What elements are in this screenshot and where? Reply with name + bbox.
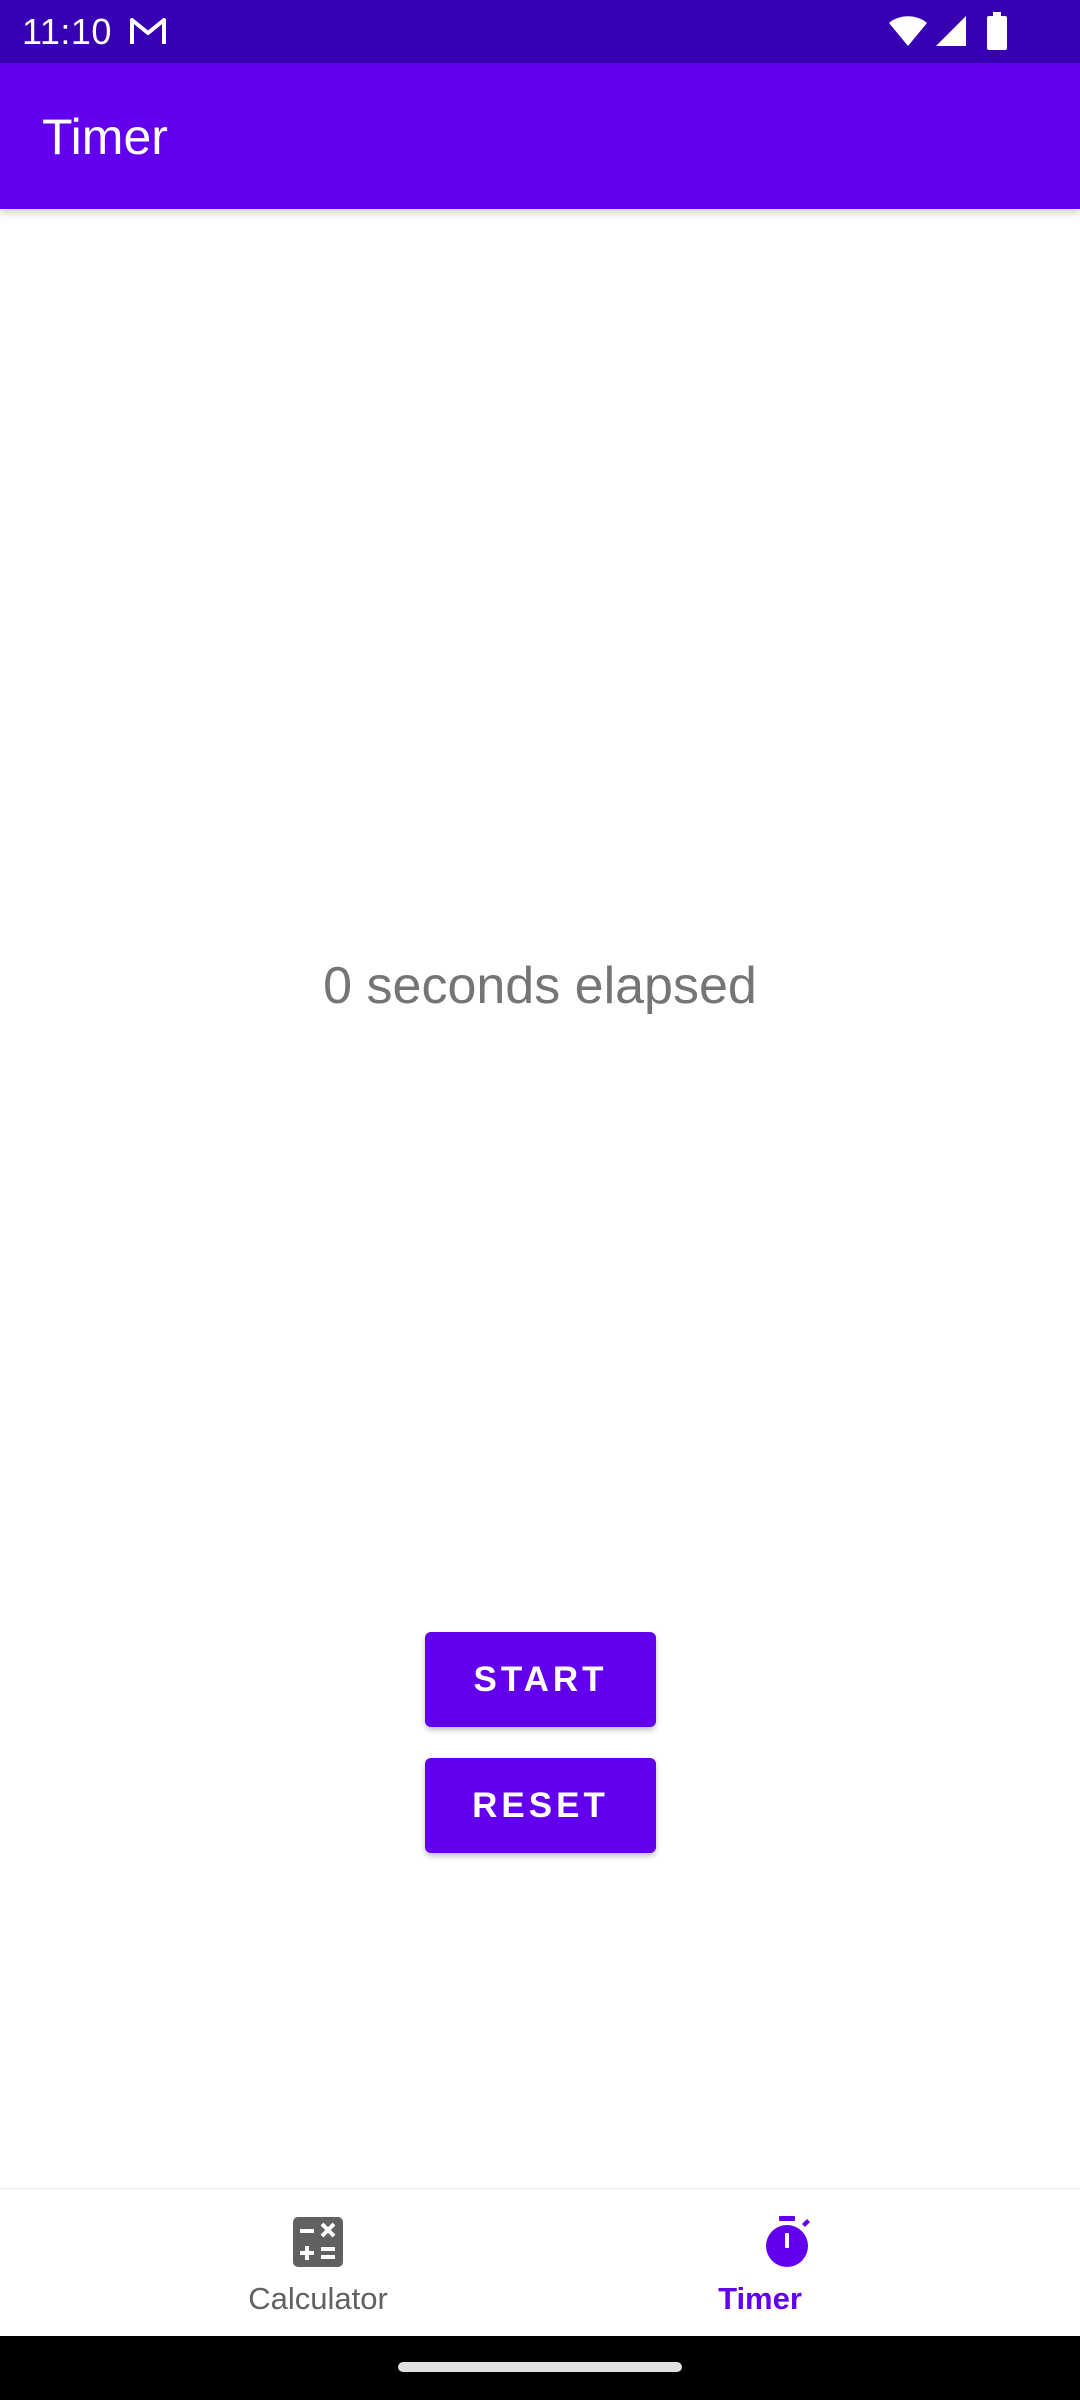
app-bar: Timer xyxy=(0,63,1080,209)
signal-icon xyxy=(936,16,966,46)
timer-screen: 11:10 Timer 0 seconds elapsed START RESE… xyxy=(0,0,1080,2400)
nav-item-timer[interactable]: Timer xyxy=(540,2189,1080,2337)
wifi-icon xyxy=(889,16,927,46)
calculator-icon xyxy=(293,2217,343,2267)
gesture-bar xyxy=(0,2336,1080,2400)
app-title: Timer xyxy=(42,109,168,165)
elapsed-time-text: 0 seconds elapsed xyxy=(323,957,757,1015)
gmail-icon xyxy=(130,18,166,44)
stopwatch-icon xyxy=(766,2216,810,2267)
reset-button[interactable]: RESET xyxy=(425,1758,656,1853)
nav-label-timer: Timer xyxy=(718,2281,802,2316)
start-button[interactable]: START xyxy=(425,1632,656,1727)
nav-item-calculator[interactable]: Calculator xyxy=(0,2189,540,2337)
status-time: 11:10 xyxy=(22,11,112,52)
status-bar: 11:10 xyxy=(0,0,1080,63)
bottom-navigation: Calculator Timer xyxy=(0,2188,1080,2337)
home-gesture-handle[interactable] xyxy=(398,2362,682,2372)
battery-icon xyxy=(987,12,1007,50)
